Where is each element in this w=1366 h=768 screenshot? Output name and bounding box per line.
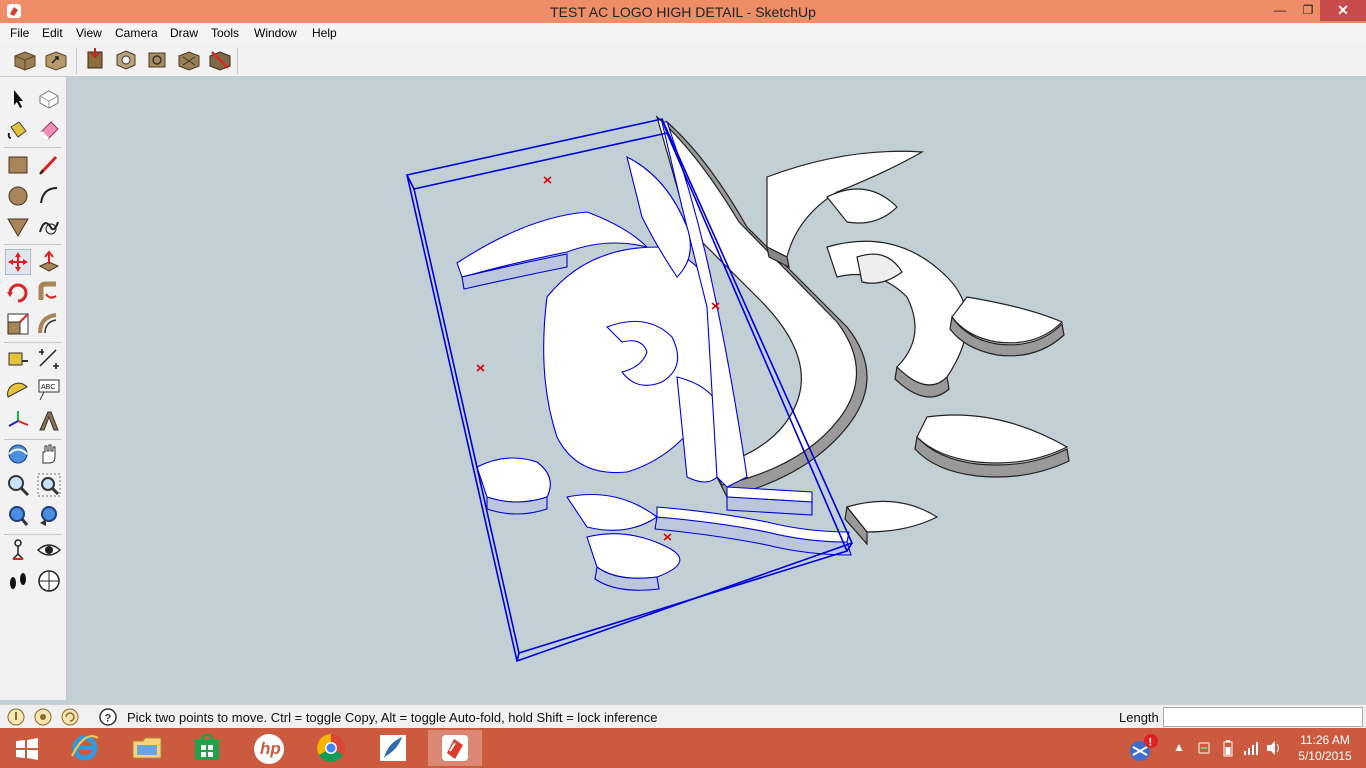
tape-measure-icon[interactable] xyxy=(5,346,31,372)
menu-tools[interactable]: Tools xyxy=(211,26,239,40)
status-bar: ? Pick two points to move. Ctrl = toggle… xyxy=(0,704,1366,728)
taskbar-store[interactable] xyxy=(180,730,234,766)
zoom-window-icon[interactable] xyxy=(36,472,62,498)
network-icon[interactable] xyxy=(1243,740,1259,756)
toggle-terrain-icon[interactable] xyxy=(207,47,233,73)
user-account-icon[interactable] xyxy=(61,708,79,726)
svg-text:ABC: ABC xyxy=(41,384,55,391)
orbit-icon[interactable] xyxy=(5,441,31,467)
credits-icon[interactable] xyxy=(34,708,52,726)
maximize-button[interactable]: ❐ xyxy=(1294,0,1322,21)
taskbar-hp[interactable]: hp xyxy=(242,730,296,766)
internet-explorer-icon xyxy=(71,735,99,761)
select-icon[interactable] xyxy=(5,86,31,112)
dynamic-components-icon[interactable] xyxy=(144,47,170,73)
share-model-icon[interactable] xyxy=(43,47,69,73)
measurements-label: Length xyxy=(1119,710,1159,725)
instructor-help-icon[interactable]: ? xyxy=(99,708,117,726)
system-clock[interactable]: 11:26 AM 5/10/2015 xyxy=(1284,732,1366,764)
taskbar-file-explorer[interactable] xyxy=(120,730,174,766)
menu-camera[interactable]: Camera xyxy=(115,26,158,40)
battery-icon[interactable] xyxy=(1222,739,1234,757)
make-component-icon[interactable] xyxy=(36,86,62,112)
offset-icon[interactable] xyxy=(36,311,62,337)
rectangle-icon[interactable] xyxy=(5,152,31,178)
text-icon[interactable]: ABC xyxy=(36,377,62,403)
security-alert-icon[interactable]: ! xyxy=(1128,733,1160,763)
taskbar-chrome[interactable] xyxy=(304,730,358,766)
eraser-icon[interactable] xyxy=(36,117,62,143)
chrome-icon xyxy=(317,734,345,762)
menu-window[interactable]: Window xyxy=(254,26,297,40)
taskbar-feather-app[interactable] xyxy=(366,730,420,766)
clock-date: 5/10/2015 xyxy=(1298,749,1352,763)
section-plane-icon[interactable] xyxy=(36,568,62,594)
menu-draw[interactable]: Draw xyxy=(170,26,198,40)
get-models-icon[interactable] xyxy=(12,47,38,73)
measurements-input[interactable] xyxy=(1163,707,1363,727)
scale-icon[interactable] xyxy=(5,311,31,337)
svg-text:!: ! xyxy=(1149,737,1153,749)
warehouse-toolbar xyxy=(0,43,1366,77)
svg-text:?: ? xyxy=(105,713,112,725)
add-location-icon[interactable] xyxy=(176,47,202,73)
rotate-icon[interactable] xyxy=(5,280,31,306)
previous-view-icon[interactable] xyxy=(36,503,62,529)
window-title: TEST AC LOGO HIGH DETAIL - SketchUp xyxy=(550,4,816,20)
position-camera-icon[interactable] xyxy=(5,537,31,563)
model-viewport[interactable] xyxy=(67,77,1366,700)
taskbar-internet-explorer[interactable] xyxy=(58,730,112,766)
close-button[interactable]: ✕ xyxy=(1320,0,1366,21)
clock-time: 11:26 AM xyxy=(1300,733,1350,747)
taskbar-sketchup[interactable] xyxy=(428,730,482,766)
polygon-icon[interactable] xyxy=(5,214,31,240)
axes-icon[interactable] xyxy=(5,408,31,434)
share-component-icon[interactable] xyxy=(82,47,108,73)
menu-view[interactable]: View xyxy=(76,26,102,40)
3d-text-icon[interactable] xyxy=(36,408,62,434)
arc-icon[interactable] xyxy=(36,183,62,209)
zoom-icon[interactable] xyxy=(5,472,31,498)
photo-textures-icon[interactable] xyxy=(113,47,139,73)
menu-bar: File Edit View Camera Draw Tools Window … xyxy=(0,23,1366,43)
hp-logo-text: hp xyxy=(260,739,281,758)
dimension-icon[interactable] xyxy=(36,346,62,372)
windows-taskbar: hp ! ▲ 11:26 AM 5/10/2015 xyxy=(0,728,1366,768)
start-icon[interactable] xyxy=(15,738,39,760)
follow-me-icon[interactable] xyxy=(36,280,62,306)
menu-help[interactable]: Help xyxy=(312,26,337,40)
zoom-extents-icon[interactable] xyxy=(5,503,31,529)
file-explorer-icon xyxy=(132,737,162,759)
volume-icon[interactable] xyxy=(1265,740,1283,756)
status-message: Pick two points to move. Ctrl = toggle C… xyxy=(127,710,658,725)
menu-edit[interactable]: Edit xyxy=(42,26,63,40)
store-icon xyxy=(195,734,219,760)
model-canvas[interactable] xyxy=(67,77,1366,700)
line-icon[interactable] xyxy=(36,152,62,178)
show-hidden-icons-arrow[interactable]: ▲ xyxy=(1173,740,1185,754)
walk-icon[interactable] xyxy=(5,568,31,594)
protractor-icon[interactable] xyxy=(5,377,31,403)
push-pull-icon[interactable] xyxy=(36,249,62,275)
look-around-icon[interactable] xyxy=(36,537,62,563)
tool-palette: ABC xyxy=(0,77,67,700)
paint-bucket-icon[interactable] xyxy=(5,117,31,143)
device-sync-icon[interactable] xyxy=(1196,740,1212,756)
sketchup-icon xyxy=(442,735,468,761)
geo-location-icon[interactable] xyxy=(7,708,25,726)
title-bar: TEST AC LOGO HIGH DETAIL - SketchUp — ❐ … xyxy=(0,0,1366,23)
minimize-button[interactable]: — xyxy=(1266,0,1294,21)
freehand-icon[interactable] xyxy=(36,214,62,240)
menu-file[interactable]: File xyxy=(10,26,29,40)
move-icon[interactable] xyxy=(5,249,31,275)
circle-icon[interactable] xyxy=(5,183,31,209)
pan-icon[interactable] xyxy=(36,441,62,467)
feather-app-icon xyxy=(380,735,406,761)
